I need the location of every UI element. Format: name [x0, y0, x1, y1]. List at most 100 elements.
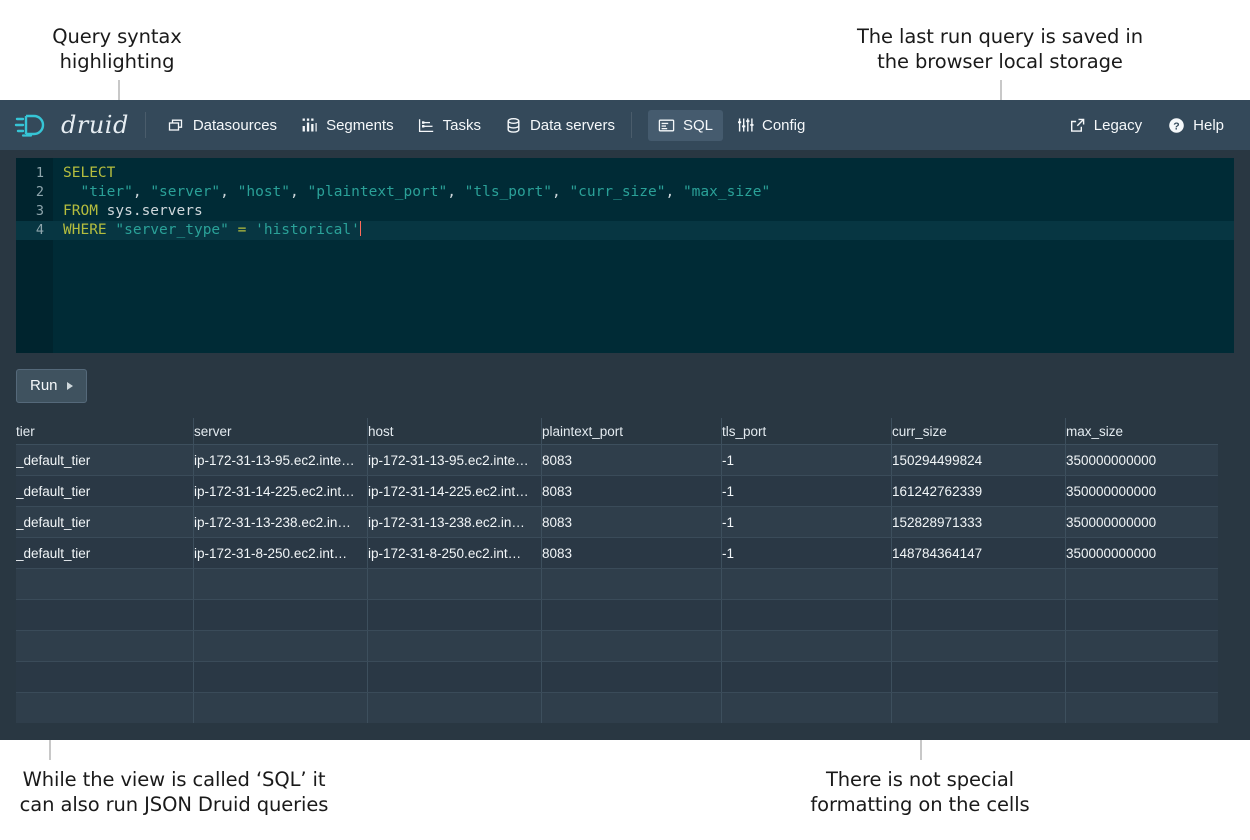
table-cell[interactable]: _default_tier [16, 445, 194, 475]
table-cell[interactable] [368, 600, 542, 630]
table-cell[interactable]: 148784364147 [892, 538, 1066, 568]
table-cell[interactable] [892, 631, 1066, 661]
brand[interactable]: druid [14, 110, 129, 140]
editor-line-empty[interactable] [16, 240, 1234, 259]
table-cell[interactable] [368, 569, 542, 599]
editor-line-empty[interactable] [16, 297, 1234, 316]
editor-line-empty[interactable] [16, 316, 1234, 335]
column-header[interactable]: tier [16, 418, 194, 444]
table-cell[interactable]: -1 [722, 538, 892, 568]
table-cell[interactable] [16, 600, 194, 630]
table-cell[interactable] [1066, 600, 1218, 630]
table-cell[interactable] [542, 693, 722, 723]
table-cell[interactable]: 152828971333 [892, 507, 1066, 537]
table-row[interactable]: _default_tier ip-172-31-14-225.ec2.int… ip… [16, 476, 1218, 507]
table-cell[interactable]: ip-172-31-13-95.ec2.inte… [194, 445, 368, 475]
table-cell[interactable]: 350000000000 [1066, 476, 1218, 506]
table-cell[interactable] [194, 662, 368, 692]
column-header[interactable]: plaintext_port [542, 418, 722, 444]
editor-line-empty[interactable] [16, 335, 1234, 353]
table-cell[interactable] [16, 662, 194, 692]
editor-line[interactable]: 4 WHERE "server_type" = 'historical' [16, 221, 1234, 240]
editor-line-empty[interactable] [16, 259, 1234, 278]
table-cell[interactable]: -1 [722, 445, 892, 475]
table-cell[interactable]: ip-172-31-13-238.ec2.in… [368, 507, 542, 537]
table-cell[interactable] [892, 662, 1066, 692]
table-cell[interactable] [16, 693, 194, 723]
table-cell[interactable] [722, 569, 892, 599]
table-cell[interactable]: 350000000000 [1066, 507, 1218, 537]
editor-line[interactable]: 2 "tier", "server", "host", "plaintext_p… [16, 183, 1234, 202]
editor-line[interactable]: 3 FROM sys.servers [16, 202, 1234, 221]
table-cell[interactable] [542, 662, 722, 692]
table-cell[interactable] [194, 600, 368, 630]
table-cell[interactable] [1066, 693, 1218, 723]
table-cell[interactable]: _default_tier [16, 538, 194, 568]
table-cell[interactable] [368, 693, 542, 723]
column-header[interactable]: tls_port [722, 418, 892, 444]
table-row[interactable]: _default_tier ip-172-31-13-95.ec2.inte… ip… [16, 445, 1218, 476]
table-cell[interactable]: ip-172-31-14-225.ec2.int… [368, 476, 542, 506]
table-row[interactable] [16, 569, 1218, 600]
table-cell[interactable] [368, 662, 542, 692]
nav-item-config[interactable]: Config [727, 110, 815, 141]
table-cell[interactable] [542, 631, 722, 661]
table-cell[interactable]: 161242762339 [892, 476, 1066, 506]
table-cell[interactable] [722, 631, 892, 661]
table-cell[interactable]: ip-172-31-13-238.ec2.in… [194, 507, 368, 537]
table-cell[interactable] [892, 600, 1066, 630]
table-cell[interactable]: 350000000000 [1066, 538, 1218, 568]
editor-code[interactable]: 1 SELECT 2 "tier", "server", "host", "plai… [16, 164, 1234, 353]
table-cell[interactable] [16, 569, 194, 599]
table-cell[interactable] [194, 631, 368, 661]
nav-item-datasources[interactable]: Datasources [158, 110, 287, 141]
run-button[interactable]: Run [16, 369, 87, 403]
nav-item-legacy[interactable]: Legacy [1059, 110, 1152, 141]
table-cell[interactable]: -1 [722, 476, 892, 506]
table-row[interactable] [16, 662, 1218, 693]
table-row[interactable]: _default_tier ip-172-31-13-238.ec2.in… ip-… [16, 507, 1218, 538]
table-cell[interactable] [16, 631, 194, 661]
table-cell[interactable]: ip-172-31-8-250.ec2.int… [194, 538, 368, 568]
table-row[interactable]: _default_tier ip-172-31-8-250.ec2.int… ip-… [16, 538, 1218, 569]
table-cell[interactable]: 8083 [542, 538, 722, 568]
table-cell[interactable] [1066, 631, 1218, 661]
sql-editor[interactable]: 1 SELECT 2 "tier", "server", "host", "plai… [16, 158, 1234, 353]
table-cell[interactable] [1066, 569, 1218, 599]
table-cell[interactable] [892, 693, 1066, 723]
column-header[interactable]: curr_size [892, 418, 1066, 444]
column-header[interactable]: max_size [1066, 418, 1218, 444]
column-header[interactable]: server [194, 418, 368, 444]
table-row[interactable] [16, 693, 1218, 723]
nav-item-help[interactable]: ? Help [1158, 110, 1234, 141]
table-cell[interactable] [892, 569, 1066, 599]
table-row[interactable] [16, 631, 1218, 662]
table-cell[interactable] [722, 600, 892, 630]
table-cell[interactable]: _default_tier [16, 476, 194, 506]
table-cell[interactable] [194, 693, 368, 723]
table-cell[interactable]: 8083 [542, 476, 722, 506]
table-cell[interactable] [194, 569, 368, 599]
table-cell[interactable] [722, 662, 892, 692]
editor-line[interactable]: 1 SELECT [16, 164, 1234, 183]
nav-item-data-servers[interactable]: Data servers [495, 110, 625, 141]
table-cell[interactable]: 8083 [542, 507, 722, 537]
table-cell[interactable]: ip-172-31-14-225.ec2.int… [194, 476, 368, 506]
nav-item-tasks[interactable]: Tasks [408, 110, 491, 141]
nav-item-sql[interactable]: SQL [647, 109, 723, 141]
table-cell[interactable] [368, 631, 542, 661]
table-cell[interactable] [1066, 662, 1218, 692]
table-cell[interactable]: 150294499824 [892, 445, 1066, 475]
table-cell[interactable]: 8083 [542, 445, 722, 475]
nav-item-segments[interactable]: Segments [291, 110, 404, 141]
table-cell[interactable] [542, 569, 722, 599]
table-cell[interactable] [542, 600, 722, 630]
table-cell[interactable]: ip-172-31-13-95.ec2.inte… [368, 445, 542, 475]
table-cell[interactable]: -1 [722, 507, 892, 537]
table-cell[interactable]: ip-172-31-8-250.ec2.int… [368, 538, 542, 568]
editor-line-empty[interactable] [16, 278, 1234, 297]
table-cell[interactable]: _default_tier [16, 507, 194, 537]
column-header[interactable]: host [368, 418, 542, 444]
table-cell[interactable]: 350000000000 [1066, 445, 1218, 475]
table-row[interactable] [16, 600, 1218, 631]
